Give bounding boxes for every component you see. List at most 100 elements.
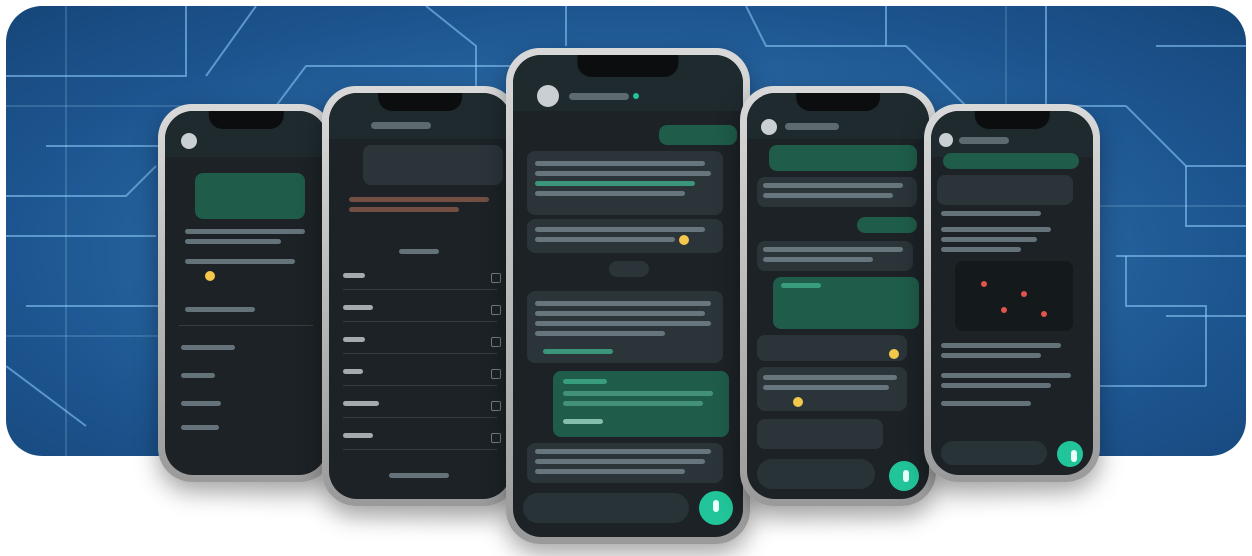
text-line <box>941 211 1041 216</box>
checkbox[interactable] <box>491 273 501 283</box>
text-line <box>941 383 1051 388</box>
message-bubble-outgoing <box>769 145 917 171</box>
text-line <box>763 385 889 390</box>
avatar-icon <box>181 133 197 149</box>
text-line <box>535 227 705 232</box>
text-line <box>535 449 711 454</box>
text-line <box>941 343 1061 348</box>
emoji-icon <box>205 271 215 281</box>
text-line <box>535 459 705 464</box>
form-field[interactable] <box>343 417 497 418</box>
avatar-icon[interactable] <box>761 119 777 135</box>
date-chip <box>609 261 649 277</box>
text-line <box>349 197 489 202</box>
checkbox[interactable] <box>491 369 501 379</box>
text-line <box>941 237 1037 242</box>
message-input[interactable] <box>523 493 689 523</box>
text-line <box>185 259 295 264</box>
settings-item[interactable] <box>181 373 215 378</box>
map-preview[interactable] <box>955 261 1073 331</box>
phone-far-right <box>924 104 1100 482</box>
field-label <box>343 433 373 438</box>
chat-screen <box>747 93 929 499</box>
message-bubble <box>757 177 917 207</box>
link-text[interactable] <box>543 349 613 354</box>
form-field[interactable] <box>343 321 497 322</box>
text-line <box>185 229 305 234</box>
checkbox[interactable] <box>491 433 501 443</box>
emoji-icon <box>793 397 803 407</box>
text-line <box>941 247 1021 252</box>
message-input[interactable] <box>757 459 875 489</box>
message-bubble-outgoing <box>659 125 737 145</box>
chat-screen <box>513 55 743 537</box>
settings-item[interactable] <box>181 425 219 430</box>
message-input[interactable] <box>941 441 1047 465</box>
field-label <box>343 273 365 278</box>
emoji-icon <box>679 235 689 245</box>
text-line <box>535 237 675 242</box>
message-bubble <box>195 173 305 219</box>
divider <box>179 325 313 326</box>
text-line <box>535 331 665 336</box>
send-icon[interactable] <box>1057 441 1083 467</box>
message-bubble <box>937 175 1073 205</box>
settings-item[interactable] <box>181 345 235 350</box>
avatar-icon[interactable] <box>537 85 559 107</box>
form-field[interactable] <box>343 353 497 354</box>
checkbox[interactable] <box>491 337 501 347</box>
emoji-icon <box>889 349 899 359</box>
form-title <box>399 249 439 254</box>
send-icon[interactable] <box>699 491 733 525</box>
form-field[interactable] <box>343 385 497 386</box>
link-text[interactable] <box>535 181 695 186</box>
phone-notch <box>796 93 880 111</box>
phone-notch <box>974 111 1050 129</box>
map-marker-icon <box>1001 307 1007 313</box>
text-line <box>941 373 1071 378</box>
settings-item[interactable] <box>181 401 221 406</box>
message-bubble <box>527 219 723 253</box>
text-line <box>781 283 821 288</box>
text-line <box>763 247 903 252</box>
message-bubble-outgoing <box>857 217 917 233</box>
text-line <box>941 227 1051 232</box>
form-field[interactable] <box>343 449 497 450</box>
message-bubble <box>757 335 907 361</box>
text-line <box>563 379 607 384</box>
map-marker-icon <box>1021 291 1027 297</box>
message-bubble <box>757 241 913 271</box>
text-line <box>535 171 711 176</box>
contact-name <box>959 137 1009 144</box>
form-field[interactable] <box>343 289 497 290</box>
contact-name <box>569 93 629 100</box>
phone-right <box>740 86 936 506</box>
field-label <box>343 369 363 374</box>
contact-form-screen <box>329 93 511 499</box>
map-marker-icon <box>1041 311 1047 317</box>
verified-badge-icon <box>633 93 639 99</box>
contact-name <box>785 123 839 130</box>
message-bubble-outgoing <box>943 153 1079 169</box>
message-bubble <box>363 145 503 185</box>
text-line <box>763 193 893 198</box>
text-line <box>349 207 459 212</box>
phone-left <box>322 86 518 506</box>
phone-notch <box>577 55 679 77</box>
text-line <box>389 473 449 478</box>
field-label <box>343 401 379 406</box>
text-line <box>563 419 603 424</box>
text-line <box>763 183 903 188</box>
checkbox[interactable] <box>491 305 501 315</box>
text-line <box>535 161 705 166</box>
text-line <box>535 469 685 474</box>
send-icon[interactable] <box>889 461 919 491</box>
text-line <box>185 239 281 244</box>
field-label <box>343 337 365 342</box>
checkbox[interactable] <box>491 401 501 411</box>
text-line <box>941 353 1041 358</box>
avatar-icon[interactable] <box>939 133 953 147</box>
settings-screen <box>165 111 327 475</box>
text-line <box>763 257 873 262</box>
text-line <box>535 311 705 316</box>
